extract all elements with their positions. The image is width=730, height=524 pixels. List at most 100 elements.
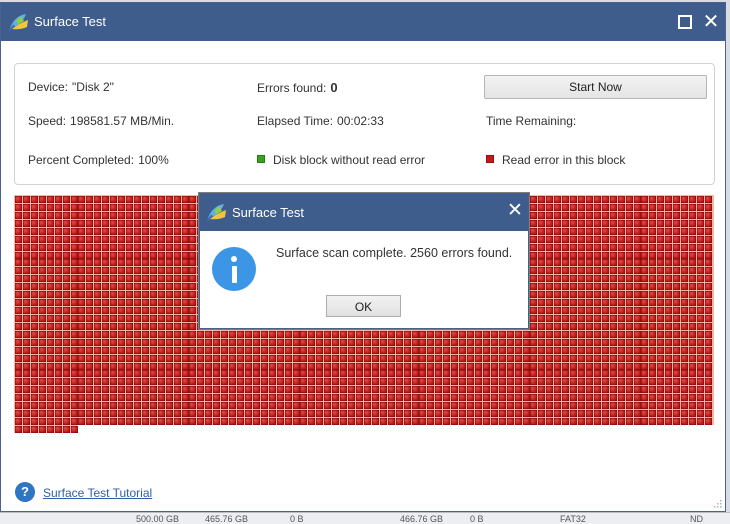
error-block — [86, 386, 94, 394]
error-block — [554, 203, 562, 211]
error-block — [379, 386, 387, 394]
error-block — [601, 338, 609, 346]
close-button[interactable]: ✕ — [701, 12, 721, 32]
error-block — [435, 402, 443, 410]
error-block — [649, 402, 657, 410]
error-block — [419, 330, 427, 338]
error-block — [110, 354, 118, 362]
maximize-button[interactable] — [675, 12, 695, 32]
error-block — [141, 330, 149, 338]
tutorial-link[interactable]: Surface Test Tutorial — [43, 486, 152, 500]
error-block — [292, 410, 300, 418]
start-now-button[interactable]: Start Now — [484, 75, 707, 99]
error-block — [704, 283, 712, 291]
error-block — [633, 386, 641, 394]
error-block — [625, 219, 633, 227]
error-block — [165, 283, 173, 291]
error-block — [696, 227, 704, 235]
error-block — [276, 362, 284, 370]
error-block — [562, 235, 570, 243]
error-block — [149, 402, 157, 410]
error-block — [689, 235, 697, 243]
error-block — [704, 346, 712, 354]
remaining-label: Time Remaining: — [486, 114, 577, 128]
error-block — [300, 410, 308, 418]
error-block — [554, 291, 562, 299]
question-icon[interactable]: ? — [15, 482, 35, 502]
window-title: Surface Test — [34, 14, 107, 29]
error-block — [197, 346, 205, 354]
error-block — [585, 402, 593, 410]
resize-grip-icon[interactable] — [712, 498, 722, 508]
error-block — [395, 346, 403, 354]
error-block — [62, 362, 70, 370]
error-block — [474, 378, 482, 386]
error-block — [308, 418, 316, 426]
error-block — [704, 235, 712, 243]
error-block — [506, 394, 514, 402]
error-block — [546, 235, 554, 243]
error-block — [324, 410, 332, 418]
error-block — [451, 362, 459, 370]
error-block — [173, 386, 181, 394]
error-block — [696, 219, 704, 227]
error-block — [86, 322, 94, 330]
error-block — [546, 394, 554, 402]
error-block — [70, 370, 78, 378]
error-block — [149, 346, 157, 354]
error-block — [30, 378, 38, 386]
error-block — [22, 283, 30, 291]
legend-error-label: Read error in this block — [502, 153, 626, 167]
title-bar[interactable]: Surface Test ✕ — [1, 3, 725, 41]
error-block — [78, 378, 86, 386]
error-block — [300, 338, 308, 346]
error-block — [562, 314, 570, 322]
error-block — [609, 394, 617, 402]
error-block — [54, 227, 62, 235]
error-block — [70, 402, 78, 410]
error-block — [641, 322, 649, 330]
error-block — [657, 203, 665, 211]
error-block — [221, 378, 229, 386]
error-block — [181, 362, 189, 370]
error-block — [657, 307, 665, 315]
error-block — [237, 354, 245, 362]
error-block — [704, 227, 712, 235]
error-block — [46, 402, 54, 410]
error-block — [578, 386, 586, 394]
error-block — [70, 243, 78, 251]
error-block — [102, 267, 110, 275]
error-block — [46, 251, 54, 259]
ok-button[interactable]: OK — [326, 295, 401, 317]
dialog-close-button[interactable]: ✕ — [505, 201, 525, 221]
error-block — [506, 402, 514, 410]
error-block — [86, 370, 94, 378]
error-block — [593, 322, 601, 330]
error-block — [173, 283, 181, 291]
error-block — [110, 362, 118, 370]
info-icon-dot — [231, 256, 237, 262]
error-block — [530, 410, 538, 418]
error-block — [260, 418, 268, 426]
error-block — [649, 386, 657, 394]
error-block — [657, 267, 665, 275]
error-block — [593, 283, 601, 291]
error-block — [522, 354, 530, 362]
error-block — [22, 211, 30, 219]
error-block — [681, 322, 689, 330]
error-block — [609, 386, 617, 394]
error-block — [649, 338, 657, 346]
error-block — [141, 299, 149, 307]
error-block — [102, 196, 110, 203]
error-block — [22, 267, 30, 275]
error-block — [617, 418, 625, 426]
error-block — [173, 243, 181, 251]
error-block — [681, 378, 689, 386]
error-block — [641, 418, 649, 426]
error-block — [102, 330, 110, 338]
error-block — [54, 322, 62, 330]
error-block — [546, 370, 554, 378]
error-block — [514, 386, 522, 394]
dialog-title-bar[interactable]: Surface Test ✕ — [200, 194, 528, 231]
error-block — [94, 235, 102, 243]
